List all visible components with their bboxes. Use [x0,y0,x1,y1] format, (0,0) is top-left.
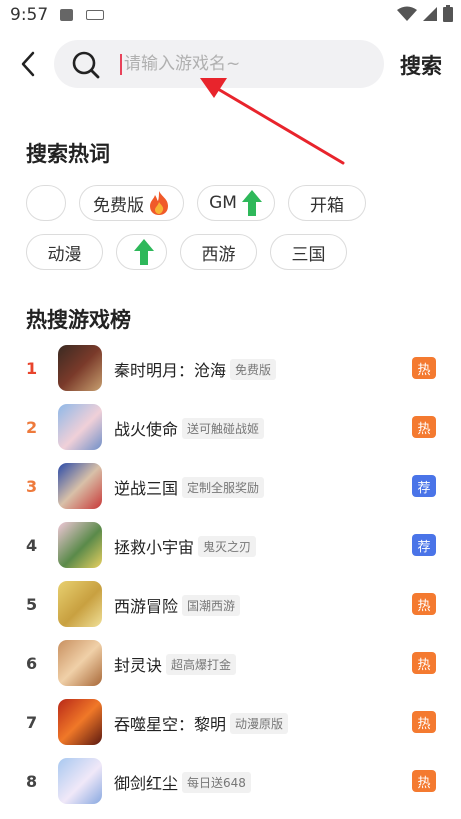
ranking-row[interactable]: 3 逆战三国 定制全服奖励 荐 [0,463,461,513]
game-tag: 超高爆打金 [166,654,237,675]
hot-word-chip[interactable]: 动漫 [26,234,103,270]
hot-word-chip[interactable] [116,234,167,270]
hot-badge: 热 [412,357,436,379]
game-title: 逆战三国 [114,479,179,498]
battery-icon [443,5,453,22]
game-name: 西游冒险 国潮西游 [114,593,241,617]
rank-number: 1 [26,359,38,378]
game-title: 拯救小宇宙 [114,538,195,557]
notification-a-icon [60,9,73,21]
game-title: 御剑红尘 [114,774,179,793]
hot-word-chip[interactable]: 免费版 [79,185,184,221]
hot-word-chip[interactable] [26,185,66,221]
game-icon [58,404,102,450]
hot-badge: 热 [412,652,436,674]
ranking-row[interactable]: 1 秦时明月：沧海 免费版 热 [0,345,461,395]
game-name: 逆战三国 定制全服奖励 [114,475,265,499]
search-box[interactable] [54,40,384,88]
ranking-title: 热搜游戏榜 [26,308,131,332]
rank-number: 7 [26,713,38,732]
game-icon [58,640,102,686]
hot-word-chip[interactable]: 三国 [270,234,347,270]
game-name: 吞噬星空：黎明 动漫原版 [114,711,289,735]
chip-label: 三国 [291,244,326,265]
game-tag: 每日送648 [182,772,251,793]
game-title: 秦时明月：沧海 [114,361,227,380]
game-icon [58,581,102,627]
ranking-row[interactable]: 2 战火使命 送可触碰战姬 热 [0,404,461,454]
hot-word-chip[interactable]: 西游 [180,234,257,270]
keyboard-icon [86,10,104,20]
hot-word-chip[interactable]: GM [197,185,275,221]
game-name: 御剑红尘 每日送648 [114,770,251,794]
game-tag: 送可触碰战姬 [182,418,265,439]
rank-number: 8 [26,772,38,791]
game-icon [58,758,102,804]
wifi-icon [397,6,417,21]
rank-number: 5 [26,595,38,614]
game-tag: 鬼灭之刃 [198,536,257,557]
ranking-row[interactable]: 6 封灵诀 超高爆打金 热 [0,640,461,690]
game-icon [58,699,102,745]
recommend-badge: 荐 [412,475,436,497]
hot-badge: 热 [412,711,436,733]
rank-number: 3 [26,477,38,496]
back-button[interactable] [14,50,42,78]
game-title: 吞噬星空：黎明 [114,715,227,734]
game-tag: 国潮西游 [182,595,241,616]
game-icon [58,345,102,391]
status-bar: 9:57 [0,0,461,30]
hot-words-title: 搜索热词 [26,142,110,166]
rank-number: 4 [26,536,38,555]
game-name: 拯救小宇宙 鬼灭之刃 [114,534,257,558]
ranking-row[interactable]: 8 御剑红尘 每日送648 热 [0,758,461,808]
search-button[interactable]: 搜索 [400,50,442,80]
ranking-row[interactable]: 5 西游冒险 国潮西游 热 [0,581,461,631]
chip-label: 西游 [201,244,236,265]
game-name: 封灵诀 超高爆打金 [114,652,237,676]
up-arrow-icon [241,190,262,216]
search-input[interactable] [124,40,364,88]
ranking-row[interactable]: 4 拯救小宇宙 鬼灭之刃 荐 [0,522,461,572]
hot-badge: 热 [412,593,436,615]
chip-label: 开箱 [310,195,344,216]
game-tag: 免费版 [230,359,277,380]
hot-badge: 热 [412,770,436,792]
game-tag: 定制全服奖励 [182,477,265,498]
game-title: 西游冒险 [114,597,179,616]
search-icon [72,51,100,79]
chip-label: 动漫 [47,244,82,265]
game-name: 秦时明月：沧海 免费版 [114,357,277,381]
chip-label: 免费版 [93,195,144,216]
game-icon [58,522,102,568]
game-title: 封灵诀 [114,656,163,675]
status-icons [397,5,453,22]
game-icon [58,463,102,509]
recommend-badge: 荐 [412,534,436,556]
chevron-left-icon [21,51,35,77]
fire-icon [150,191,168,215]
up-arrow-icon [133,239,154,265]
game-tag: 动漫原版 [230,713,289,734]
chip-label: GM [209,193,237,213]
hot-badge: 热 [412,416,436,438]
game-name: 战火使命 送可触碰战姬 [114,416,265,440]
text-caret [120,54,122,75]
game-title: 战火使命 [114,420,179,439]
hot-word-chip[interactable]: 开箱 [288,185,366,221]
rank-number: 6 [26,654,38,673]
status-time: 9:57 [10,5,49,25]
rank-number: 2 [26,418,38,437]
signal-icon [423,6,437,21]
ranking-row[interactable]: 7 吞噬星空：黎明 动漫原版 热 [0,699,461,749]
